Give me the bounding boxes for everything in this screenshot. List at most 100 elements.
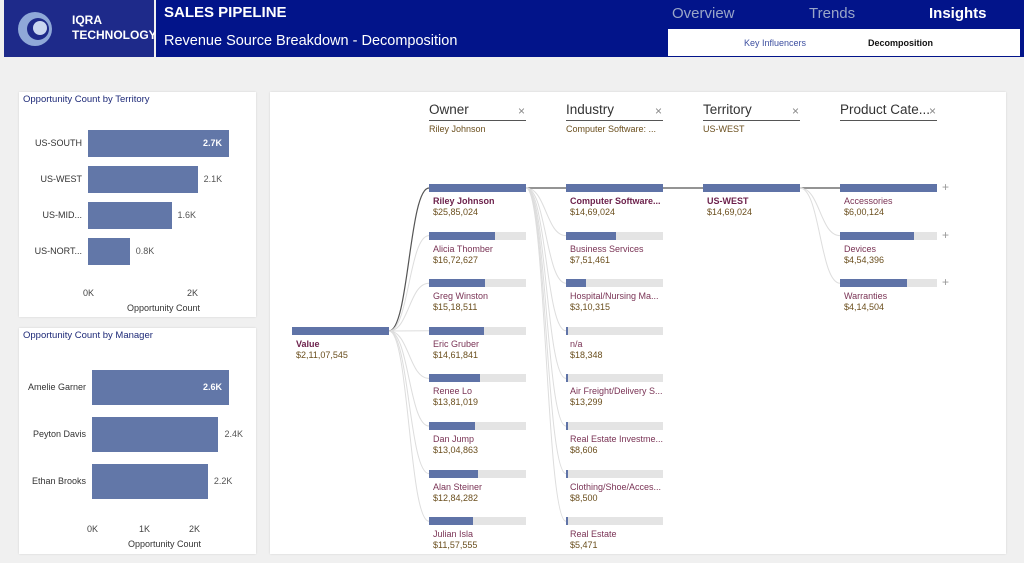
bar[interactable]	[92, 464, 208, 499]
node-bar-fill	[566, 517, 568, 526]
node-value: $13,299	[570, 397, 603, 408]
subtab-decomposition[interactable]: Decomposition	[868, 38, 933, 48]
level-header[interactable]: Territory	[703, 102, 752, 117]
node-value: $13,81,019	[433, 397, 479, 408]
expand-plus-icon[interactable]: +	[942, 275, 949, 289]
node-label: Computer Software...	[570, 196, 661, 206]
tree-node[interactable]: Eric Gruber $14,61,841	[429, 326, 529, 363]
page-subtitle: Revenue Source Breakdown - Decomposition	[164, 33, 458, 49]
node-value: $8,500	[570, 492, 598, 503]
tree-node[interactable]: US-WEST $14,69,024	[703, 184, 803, 220]
bar[interactable]	[92, 417, 219, 452]
chart-title: Opportunity Count by Manager	[23, 330, 153, 341]
tree-node[interactable]: Real Estate Investme... $8,606	[566, 422, 666, 458]
node-bar-fill	[566, 184, 663, 192]
close-icon[interactable]: ×	[792, 104, 799, 118]
tree-node[interactable]: Riley Johnson $25,85,024	[429, 184, 529, 220]
category-label: Peyton Davis	[32, 428, 86, 439]
decomposition-tree-card: Value $2,11,07,545 Owner × Riley Johnson Rile…	[270, 92, 1006, 554]
node-label: Renee Lo	[433, 386, 473, 397]
node-value: $16,72,627	[433, 254, 479, 265]
connector-line	[388, 187, 430, 332]
node-bar-fill	[840, 279, 907, 288]
data-label: 2.6K	[203, 381, 223, 392]
tab-overview[interactable]: Overview	[672, 5, 735, 22]
tree-node[interactable]: Greg Winston $15,18,511	[429, 279, 529, 315]
tree-node[interactable]: Accessories $6,00,124	[840, 184, 940, 220]
node-bar-track	[566, 422, 663, 430]
node-value: $4,14,504	[844, 302, 885, 313]
node-label: Devices	[844, 243, 877, 254]
node-bar-fill	[429, 374, 481, 383]
level-header[interactable]: Product Cate...	[840, 102, 930, 117]
tree-node[interactable]: Warranties $4,14,504	[840, 279, 940, 315]
level-header-underline	[703, 120, 800, 121]
tick-label: 2K	[189, 524, 201, 534]
category-label: US-WEST	[40, 173, 83, 184]
node-bar-fill	[429, 279, 486, 288]
tree-node[interactable]: Devices $4,54,396	[840, 231, 940, 268]
header: IQRA TECHNOLOGY SALES PIPELINE Revenue S…	[0, 0, 1024, 57]
data-label: 2.1K	[203, 173, 223, 184]
tree-node[interactable]: Alicia Thomber $16,72,627	[429, 231, 529, 268]
connector-line	[388, 282, 430, 332]
data-label: 2.2K	[213, 475, 233, 486]
bar[interactable]	[88, 238, 130, 265]
bar[interactable]	[88, 202, 172, 229]
tree-node[interactable]: Hospital/Nursing Ma... $3,10,315	[566, 279, 666, 315]
node-bar-track	[566, 469, 663, 478]
close-icon[interactable]: ×	[518, 104, 525, 118]
level-header-underline	[429, 120, 526, 121]
subtab-bar: Key Influencers Decomposition	[668, 29, 1020, 56]
node-label: Warranties	[844, 291, 888, 302]
tree-node[interactable]: Dan Jump $13,04,863	[429, 422, 529, 458]
level-selection: Computer Software: ...	[566, 124, 657, 134]
tree-node[interactable]: Computer Software... $14,69,024	[566, 184, 666, 220]
tree-node[interactable]: Air Freight/Delivery S... $13,299	[566, 374, 666, 410]
node-bar-fill	[566, 279, 587, 288]
level-header[interactable]: Industry	[566, 102, 614, 117]
category-label: Ethan Brooks	[31, 475, 86, 486]
tree-node[interactable]: Clothing/Shoe/Acces... $8,500	[566, 469, 666, 506]
tree-node[interactable]: Business Services $7,51,461	[566, 231, 666, 268]
expand-plus-icon[interactable]: +	[942, 228, 949, 242]
root-node[interactable]: Value $2,11,07,545	[292, 327, 392, 363]
node-value: $2,11,07,545	[296, 350, 348, 360]
tree-node[interactable]: Alan Steiner $12,84,282	[429, 469, 529, 506]
tab-trends[interactable]: Trends	[809, 5, 855, 22]
node-label: Hospital/Nursing Ma...	[570, 291, 659, 302]
node-bar-track	[566, 374, 663, 383]
data-label: 2.7K	[203, 137, 223, 148]
node-bar-fill	[840, 231, 914, 240]
tree-node[interactable]: Real Estate $5,471	[566, 517, 666, 553]
tree-node[interactable]: Julian Isla $11,57,555	[429, 517, 529, 553]
page-title: SALES PIPELINE	[164, 4, 287, 21]
tree-node[interactable]: Renee Lo $13,81,019	[429, 374, 529, 410]
node-bar-fill	[429, 517, 473, 526]
node-value: $8,606	[570, 445, 598, 455]
close-icon[interactable]: ×	[655, 104, 662, 118]
tree-node[interactable]: n/a $18,348	[566, 326, 666, 363]
tab-insights[interactable]: Insights	[929, 5, 987, 22]
level-header[interactable]: Owner	[429, 102, 469, 117]
category-label: Amelie Garner	[27, 381, 86, 392]
node-bar-fill	[429, 469, 478, 478]
level-selection: US-WEST	[703, 124, 745, 134]
node-bar-fill	[566, 422, 568, 430]
node-value: $14,69,024	[707, 207, 753, 217]
nav: Overview Trends Insights Key Influencers…	[666, 0, 1024, 57]
node-bar-fill	[566, 326, 568, 335]
node-label: Greg Winston	[433, 291, 489, 302]
expand-plus-icon[interactable]: +	[942, 180, 949, 194]
close-icon[interactable]: ×	[929, 104, 936, 118]
node-bar-fill	[429, 326, 485, 335]
node-label: Dan Jump	[433, 434, 475, 444]
bar[interactable]	[88, 166, 198, 193]
connector-line	[388, 330, 430, 522]
manager-chart-card: Opportunity Count by Manager 0K 1K 2K Op…	[19, 328, 256, 554]
logo-icon	[18, 12, 52, 46]
chart-title: Opportunity Count by Territory	[23, 94, 150, 105]
subtab-key-influencers[interactable]: Key Influencers	[744, 38, 806, 48]
node-label: n/a	[570, 338, 583, 349]
x-axis-label: Opportunity Count	[127, 303, 201, 313]
